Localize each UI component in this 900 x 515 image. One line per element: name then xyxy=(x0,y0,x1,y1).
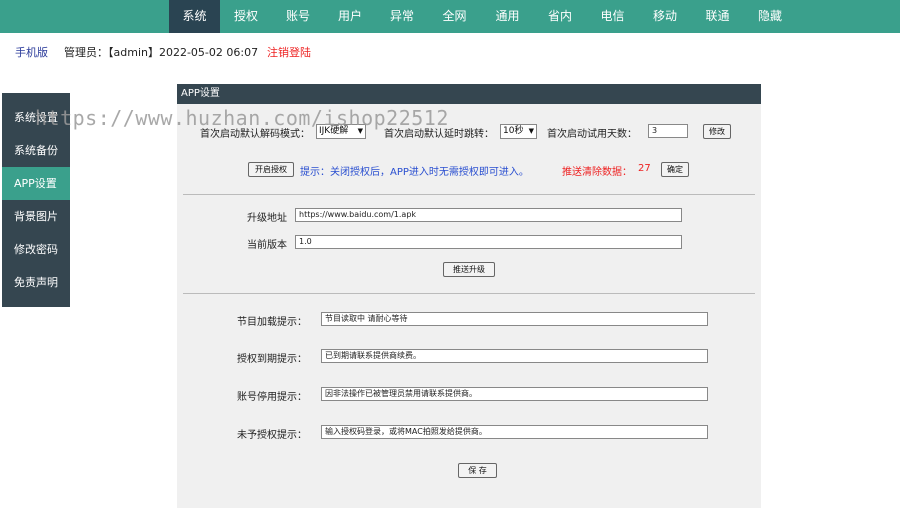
nav-unicom[interactable]: 联通 xyxy=(691,0,744,33)
unauth-tip-label: 未予授权提示： xyxy=(237,430,307,441)
delay-select[interactable]: 10秒 ▼ xyxy=(500,124,537,139)
nav-in-province[interactable]: 省内 xyxy=(534,0,586,33)
disabled-tip-input[interactable]: 因非法操作已被管理员禁用请联系提供商。 xyxy=(321,387,708,401)
app-settings-panel: APP设置 首次启动默认解码模式： IJK硬解 ▼ 首次启动默认延时跳转： 10秒… xyxy=(177,84,761,508)
nav-system[interactable]: 系统 xyxy=(169,0,220,33)
nav-telecom[interactable]: 电信 xyxy=(586,0,639,33)
nav-accounts[interactable]: 账号 xyxy=(272,0,324,33)
admin-info: 管理员：【admin】2022-05-02 06:07 xyxy=(64,46,259,59)
nav-users[interactable]: 用户 xyxy=(324,0,376,33)
modify-button[interactable]: 修改 xyxy=(703,124,731,139)
sidebar-item-disclaimer[interactable]: 免责声明 xyxy=(2,266,70,299)
push-clear-label: 推送清除数据： xyxy=(562,167,632,178)
push-clear-count: 27 xyxy=(638,163,651,174)
loading-tip-label: 节目加载提示： xyxy=(237,317,307,328)
current-version-input[interactable]: 1.0 xyxy=(295,235,682,249)
expire-tip-label: 授权到期提示： xyxy=(237,354,307,365)
chevron-down-icon: ▼ xyxy=(528,127,534,135)
divider xyxy=(183,293,755,294)
disabled-tip-label: 账号停用提示： xyxy=(237,392,307,403)
delay-value: 10秒 xyxy=(503,126,524,136)
unauth-tip-input[interactable]: 输入授权码登录，或将MAC拍照发给提供商。 xyxy=(321,425,708,439)
save-button[interactable]: 保 存 xyxy=(458,463,497,478)
sidebar-item-background-image[interactable]: 背景图片 xyxy=(2,200,70,233)
expire-tip-input[interactable]: 已到期请联系提供商续费。 xyxy=(321,349,708,363)
sidebar-item-system-backup[interactable]: 系统备份 xyxy=(2,134,70,167)
confirm-button[interactable]: 确定 xyxy=(661,162,689,177)
push-upgrade-button[interactable]: 推送升级 xyxy=(443,262,495,277)
trial-days-label: 首次启动试用天数： xyxy=(547,129,637,140)
nav-general[interactable]: 通用 xyxy=(481,0,534,33)
watermark: https://www.huzhan.com/ishop22512 xyxy=(35,106,449,130)
divider xyxy=(183,194,755,195)
current-version-label: 当前版本 xyxy=(247,240,287,251)
upgrade-url-input[interactable]: https://www.baidu.com/1.apk xyxy=(295,208,682,222)
mobile-version-link[interactable]: 手机版 xyxy=(15,44,48,60)
nav-hidden[interactable]: 隐藏 xyxy=(744,0,796,33)
nav-mobile[interactable]: 移动 xyxy=(639,0,691,33)
info-bar: 手机版 管理员：【admin】2022-05-02 06:07 注销登陆 xyxy=(0,33,900,69)
nav-all-network[interactable]: 全网 xyxy=(428,0,481,33)
loading-tip-input[interactable]: 节目读取中 请耐心等待 xyxy=(321,312,708,326)
enable-auth-button[interactable]: 开启授权 xyxy=(248,162,294,177)
nav-abnormal[interactable]: 异常 xyxy=(376,0,428,33)
sidebar-item-app-settings[interactable]: APP设置 xyxy=(2,167,70,200)
sidebar-item-change-password[interactable]: 修改密码 xyxy=(2,233,70,266)
auth-hint: 提示：关闭授权后，APP进入时无需授权即可进入。 xyxy=(300,167,529,178)
trial-days-input[interactable]: 3 xyxy=(648,124,688,138)
logout-link[interactable]: 注销登陆 xyxy=(267,44,311,60)
nav-authorization[interactable]: 授权 xyxy=(220,0,272,33)
panel-title: APP设置 xyxy=(177,84,761,104)
upgrade-url-label: 升级地址 xyxy=(247,213,287,224)
top-navigation: 系统 授权 账号 用户 异常 全网 通用 省内 电信 移动 联通 隐藏 xyxy=(0,0,900,33)
